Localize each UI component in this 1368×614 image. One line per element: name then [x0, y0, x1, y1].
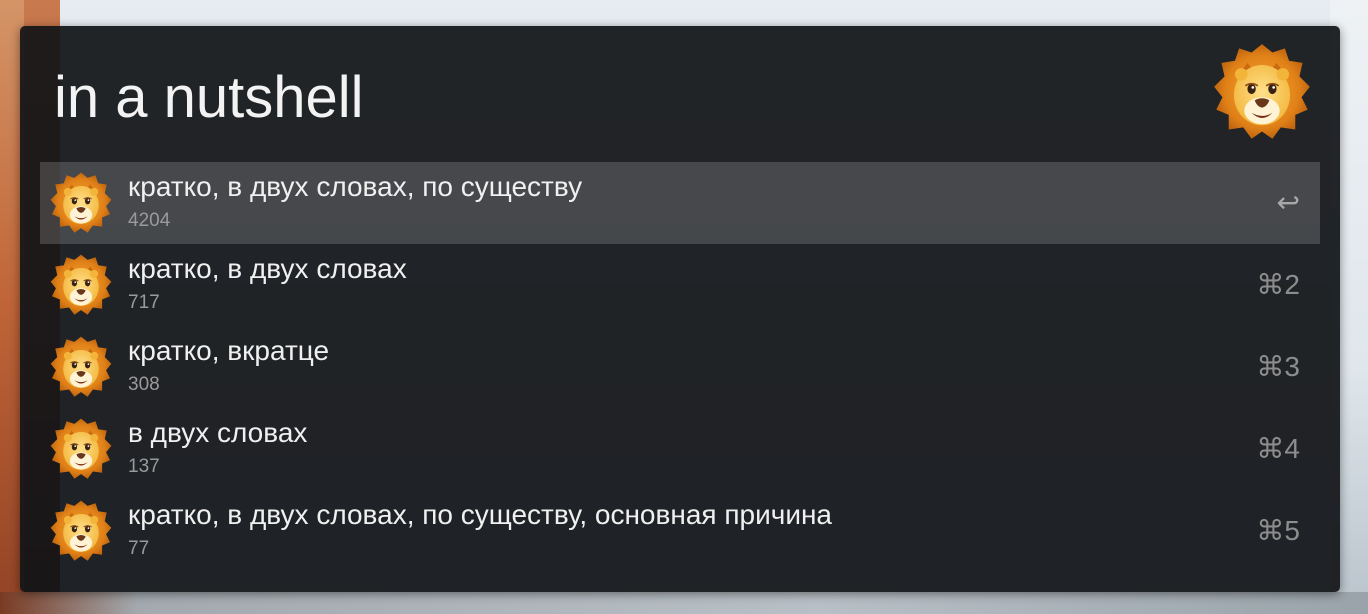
result-count: 4204 [128, 210, 171, 231]
result-count: 77 [128, 538, 150, 559]
result-count: 717 [128, 292, 160, 313]
search-input[interactable] [54, 62, 1154, 134]
shortcut-hint: ⌘2 [1256, 269, 1300, 300]
result-row-4[interactable]: в двух словах 137 ⌘4 [40, 408, 1320, 490]
result-row-1[interactable]: кратко, в двух словах, по существу 4204 … [40, 162, 1320, 244]
lion-icon [48, 170, 114, 236]
shortcut-hint: ⌘4 [1256, 433, 1300, 464]
shortcut-hint: ⌘5 [1256, 515, 1300, 546]
result-row-2[interactable]: кратко, в двух словах 717 ⌘2 [40, 244, 1320, 326]
lion-icon [48, 334, 114, 400]
launcher-window: кратко, в двух словах, по существу 4204 … [20, 26, 1340, 592]
result-row-5[interactable]: кратко, в двух словах, по существу, осно… [40, 490, 1320, 572]
result-title: в двух словах [128, 417, 308, 448]
lion-icon [48, 416, 114, 482]
return-key-icon: ↩ [1276, 187, 1300, 218]
desktop-bottom-background [0, 592, 1368, 614]
result-row-3[interactable]: кратко, вкратце 308 ⌘3 [40, 326, 1320, 408]
lion-icon [48, 252, 114, 318]
result-title: кратко, в двух словах, по существу [128, 171, 583, 202]
result-title: кратко, в двух словах, по существу, осно… [128, 499, 832, 530]
result-title: кратко, в двух словах [128, 253, 407, 284]
lion-icon [48, 498, 114, 564]
shortcut-hint: ⌘3 [1256, 351, 1300, 382]
results-list: кратко, в двух словах, по существу 4204 … [40, 162, 1320, 572]
lion-app-icon [1210, 40, 1314, 144]
result-title: кратко, вкратце [128, 335, 330, 366]
result-count: 137 [128, 456, 160, 477]
result-count: 308 [128, 374, 160, 395]
